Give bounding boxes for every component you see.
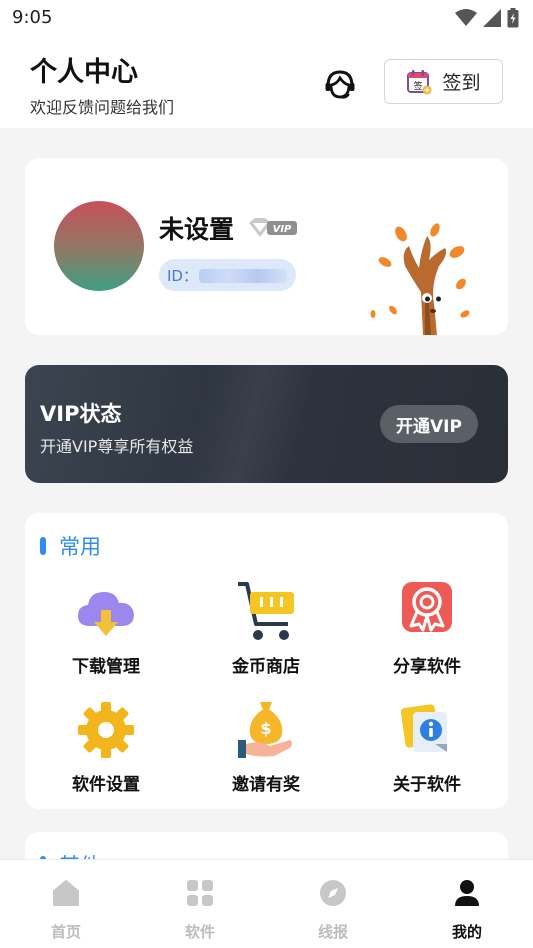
header: 个人中心 欢迎反馈问题给我们 签 签到 bbox=[0, 36, 533, 128]
section-accent-bar bbox=[40, 537, 46, 555]
cloud-download-icon bbox=[78, 592, 134, 636]
award-ribbon-icon bbox=[402, 582, 452, 632]
home-icon bbox=[53, 880, 79, 906]
user-id-redacted bbox=[199, 269, 287, 283]
user-icon bbox=[455, 880, 479, 906]
calendar-sign-icon: 签 bbox=[407, 69, 432, 94]
profile-card[interactable]: 未设置 VIP ID： bbox=[25, 158, 508, 335]
svg-text:$: $ bbox=[260, 719, 271, 738]
common-section-card: 常用 下载管理 金币商店 分享软件 软件设置 $ 邀请有奖 关于软件 bbox=[25, 513, 508, 809]
grid-item-label: 软件设置 bbox=[72, 775, 140, 795]
info-card-icon bbox=[400, 704, 447, 752]
grid-item-software-settings[interactable]: 软件设置 bbox=[36, 698, 176, 798]
customer-service-icon bbox=[325, 70, 355, 99]
grid-item-download-manager[interactable]: 下载管理 bbox=[36, 580, 176, 680]
customer-service-button[interactable] bbox=[322, 66, 358, 102]
money-bag-icon: $ bbox=[238, 702, 292, 758]
grid-icon bbox=[187, 880, 213, 906]
tab-label: 首页 bbox=[50, 923, 81, 941]
grid-item-label: 关于软件 bbox=[393, 775, 461, 795]
compass-icon bbox=[320, 880, 346, 906]
grid-item-label: 下载管理 bbox=[72, 657, 140, 677]
tab-mine[interactable]: 我的 bbox=[422, 870, 512, 941]
grid-item-label: 分享软件 bbox=[393, 657, 461, 677]
vip-badge-text: VIP bbox=[273, 224, 292, 235]
grid-item-share-software[interactable]: 分享软件 bbox=[357, 580, 497, 680]
signin-button[interactable]: 签 签到 bbox=[384, 59, 503, 104]
user-id-label: ID： bbox=[167, 267, 198, 285]
open-vip-button[interactable]: 开通VIP bbox=[380, 405, 478, 443]
vip-status-card[interactable]: VIP状态 开通VIP尊享所有权益 开通VIP bbox=[25, 365, 508, 483]
grid-item-coin-store[interactable]: 金币商店 bbox=[196, 580, 336, 680]
shopping-cart-icon bbox=[238, 582, 294, 640]
tab-home[interactable]: 首页 bbox=[21, 870, 111, 941]
status-bar: 9:05 bbox=[0, 0, 533, 36]
page-title: 个人中心 bbox=[30, 57, 138, 88]
status-time: 9:05 bbox=[12, 7, 53, 28]
tab-label: 线报 bbox=[317, 923, 348, 941]
grid-item-about-software[interactable]: 关于软件 bbox=[357, 698, 497, 798]
page-subtitle: 欢迎反馈问题给我们 bbox=[30, 98, 175, 117]
tab-label: 我的 bbox=[451, 923, 482, 941]
battery-icon bbox=[507, 8, 519, 28]
common-section-header: 常用 bbox=[40, 531, 101, 561]
signin-label: 签到 bbox=[442, 72, 481, 94]
calendar-sign-char: 签 bbox=[414, 80, 423, 92]
common-section-title: 常用 bbox=[59, 535, 101, 559]
grid-item-label: 邀请有奖 bbox=[232, 775, 300, 795]
vip-diamond-badge: VIP bbox=[249, 218, 297, 237]
wifi-icon bbox=[455, 9, 477, 26]
user-id-pill: ID： bbox=[159, 259, 296, 291]
status-icons bbox=[455, 8, 519, 28]
vip-card-decoration bbox=[175, 365, 325, 483]
grid-item-invite-rewards[interactable]: $ 邀请有奖 bbox=[196, 698, 336, 798]
tab-label: 软件 bbox=[184, 923, 215, 941]
vip-status-description: 开通VIP尊享所有权益 bbox=[40, 437, 194, 456]
tab-deals[interactable]: 线报 bbox=[288, 870, 378, 941]
avatar[interactable] bbox=[54, 201, 144, 291]
signal-icon bbox=[483, 9, 501, 27]
bottom-tab-bar: 首页 软件 线报 我的 bbox=[0, 859, 533, 948]
gear-icon bbox=[78, 702, 134, 758]
tree-mascot-illustration bbox=[370, 223, 470, 335]
tab-software[interactable]: 软件 bbox=[155, 870, 245, 941]
username: 未设置 bbox=[159, 215, 235, 244]
grid-item-label: 金币商店 bbox=[232, 657, 300, 677]
vip-status-title: VIP状态 bbox=[40, 402, 122, 426]
